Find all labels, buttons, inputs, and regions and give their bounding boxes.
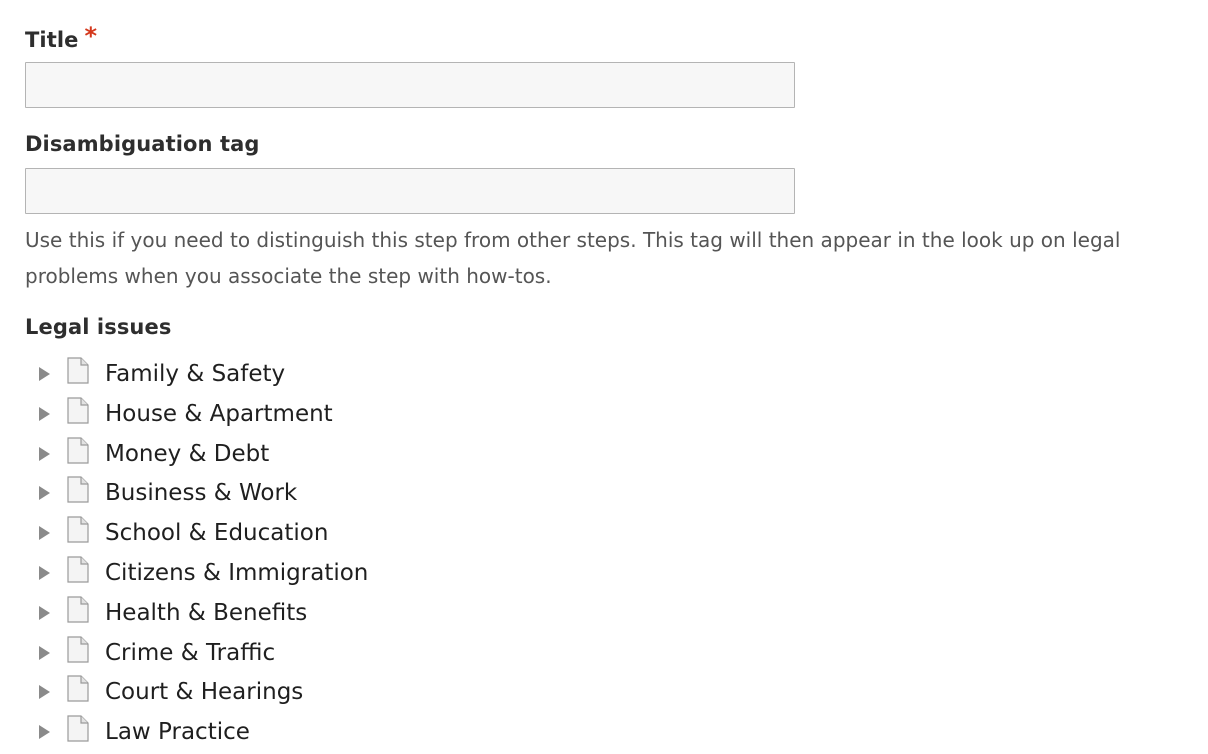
expand-triangle-icon[interactable] (39, 645, 50, 660)
required-marker: * (84, 22, 98, 50)
expand-triangle-icon[interactable] (39, 367, 50, 381)
expand-triangle-icon[interactable] (39, 605, 50, 620)
legal-issue-label[interactable]: Money & Debt (105, 441, 269, 467)
expand-triangle-icon[interactable] (39, 446, 50, 461)
file-icon (67, 357, 89, 384)
legal-issue-label[interactable]: Business & Work (105, 481, 297, 507)
expand-triangle-icon[interactable] (39, 406, 50, 421)
legal-issue-label[interactable]: House & Apartment (105, 401, 333, 427)
legal-issue-label[interactable]: Court & Hearings (105, 680, 303, 706)
file-icon (67, 476, 89, 503)
title-label-text: Title (25, 28, 79, 52)
expand-triangle-icon[interactable] (39, 685, 50, 700)
disambiguation-tag-description: Use this if you need to distinguish this… (25, 228, 1121, 288)
legal-issues-label: Legal issues (25, 315, 172, 339)
legal-issue-label[interactable]: Family & Safety (105, 361, 285, 387)
title-label: Title * (25, 24, 97, 52)
legal-issue-label[interactable]: Health & Benefits (105, 600, 307, 626)
legal-issue-label[interactable]: Crime & Traffic (105, 640, 275, 666)
file-icon (67, 397, 89, 424)
file-icon (67, 596, 89, 623)
expand-triangle-icon[interactable] (39, 565, 50, 580)
expand-triangle-icon[interactable] (39, 725, 50, 740)
disambiguation-tag-input[interactable] (25, 168, 795, 214)
disambiguation-tag-label: Disambiguation tag (25, 132, 260, 156)
file-icon (67, 516, 89, 543)
file-icon (67, 675, 89, 702)
legal-issue-label[interactable]: School & Education (105, 520, 328, 546)
expand-triangle-icon[interactable] (39, 486, 50, 501)
legal-issue-label[interactable]: Law Practice (105, 719, 250, 745)
expand-triangle-icon[interactable] (39, 526, 50, 541)
file-icon (67, 556, 89, 583)
legal-issue-label[interactable]: Citizens & Immigration (105, 560, 368, 586)
title-input[interactable] (25, 62, 795, 108)
file-icon (67, 436, 89, 464)
file-icon (67, 635, 89, 663)
file-icon (67, 715, 89, 742)
